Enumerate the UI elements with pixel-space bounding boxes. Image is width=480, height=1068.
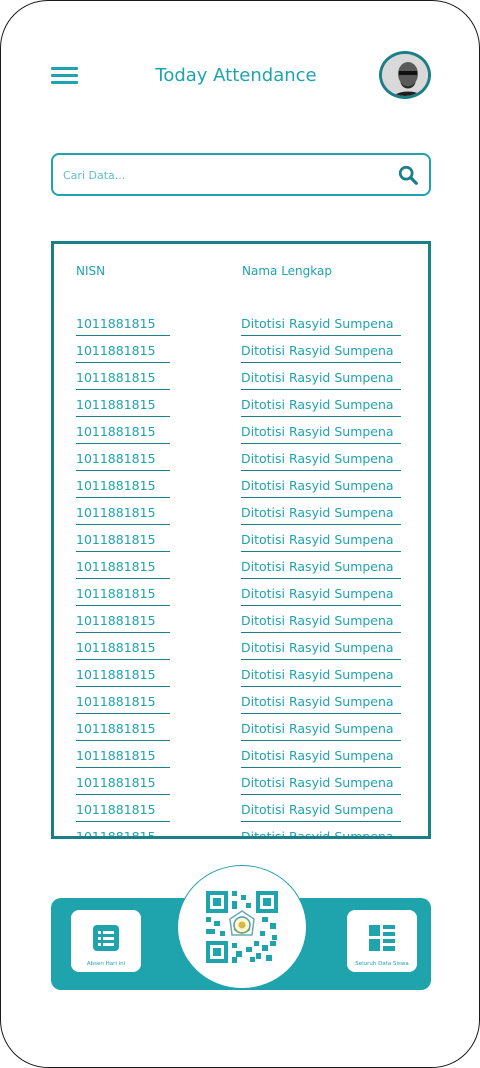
nisn-cell[interactable]: 1011881815 bbox=[76, 667, 170, 687]
table-row[interactable]: 1011881815 Ditotisi Rasyid Sumpena bbox=[54, 719, 428, 746]
table-row[interactable]: 1011881815 Ditotisi Rasyid Sumpena bbox=[54, 773, 428, 800]
nisn-cell[interactable]: 1011881815 bbox=[76, 532, 170, 552]
nisn-cell[interactable]: 1011881815 bbox=[76, 316, 170, 336]
name-cell[interactable]: Ditotisi Rasyid Sumpena bbox=[241, 505, 401, 525]
page-title: Today Attendance bbox=[155, 65, 317, 86]
nisn-cell[interactable]: 1011881815 bbox=[76, 613, 170, 633]
nisn-cell[interactable]: 1011881815 bbox=[76, 505, 170, 525]
avatar[interactable] bbox=[379, 51, 431, 99]
nisn-cell[interactable]: 1011881815 bbox=[76, 343, 170, 363]
search-icon[interactable] bbox=[397, 164, 419, 186]
all-students-label: Seluruh Data Siswa bbox=[355, 961, 409, 967]
table-row[interactable]: 1011881815 Ditotisi Rasyid Sumpena bbox=[54, 746, 428, 773]
name-cell[interactable]: Ditotisi Rasyid Sumpena bbox=[241, 613, 401, 633]
table-row[interactable]: 1011881815 Ditotisi Rasyid Sumpena bbox=[54, 395, 428, 422]
name-cell[interactable]: Ditotisi Rasyid Sumpena bbox=[241, 559, 401, 579]
table-row[interactable]: 1011881815 Ditotisi Rasyid Sumpena bbox=[54, 341, 428, 368]
name-cell[interactable]: Ditotisi Rasyid Sumpena bbox=[241, 397, 401, 417]
hamburger-menu-icon[interactable] bbox=[51, 65, 79, 87]
name-cell[interactable]: Ditotisi Rasyid Sumpena bbox=[241, 424, 401, 444]
name-cell[interactable]: Ditotisi Rasyid Sumpena bbox=[241, 451, 401, 471]
nisn-cell[interactable]: 1011881815 bbox=[76, 802, 170, 822]
search-input[interactable] bbox=[63, 163, 383, 187]
name-cell[interactable]: Ditotisi Rasyid Sumpena bbox=[241, 775, 401, 795]
grid-list-icon bbox=[369, 925, 395, 951]
nisn-cell[interactable]: 1011881815 bbox=[76, 721, 170, 741]
name-cell[interactable]: Ditotisi Rasyid Sumpena bbox=[241, 343, 401, 363]
table-row[interactable]: 1011881815 Ditotisi Rasyid Sumpena bbox=[54, 530, 428, 557]
table-row[interactable]: 1011881815 Ditotisi Rasyid Sumpena bbox=[54, 422, 428, 449]
table-row[interactable]: 1011881815 Ditotisi Rasyid Sumpena bbox=[54, 692, 428, 719]
all-students-button[interactable]: Seluruh Data Siswa bbox=[347, 910, 417, 972]
nisn-cell[interactable]: 1011881815 bbox=[76, 586, 170, 606]
search-bar bbox=[51, 153, 431, 196]
table-row[interactable]: 1011881815 Ditotisi Rasyid Sumpena bbox=[54, 314, 428, 341]
name-cell[interactable]: Ditotisi Rasyid Sumpena bbox=[241, 478, 401, 498]
column-header-nisn: NISN bbox=[76, 264, 106, 278]
attendance-today-label: Absen Hari ini bbox=[86, 961, 126, 967]
nisn-cell[interactable]: 1011881815 bbox=[76, 694, 170, 714]
table-row[interactable]: 1011881815 Ditotisi Rasyid Sumpena bbox=[54, 557, 428, 584]
name-cell[interactable]: Ditotisi Rasyid Sumpena bbox=[241, 829, 401, 836]
phone-frame: Today Attendance NISN Nama Lengkap 10118… bbox=[0, 0, 480, 1068]
table-body: 1011881815 Ditotisi Rasyid Sumpena 1011881… bbox=[54, 314, 428, 836]
nisn-cell[interactable]: 1011881815 bbox=[76, 775, 170, 795]
attendance-table: NISN Nama Lengkap 1011881815 Ditotisi Ras… bbox=[51, 241, 431, 839]
name-cell[interactable]: Ditotisi Rasyid Sumpena bbox=[241, 586, 401, 606]
table-row[interactable]: 1011881815 Ditotisi Rasyid Sumpena bbox=[54, 449, 428, 476]
nisn-cell[interactable]: 1011881815 bbox=[76, 424, 170, 444]
column-header-name: Nama Lengkap bbox=[242, 264, 332, 278]
name-cell[interactable]: Ditotisi Rasyid Sumpena bbox=[241, 694, 401, 714]
name-cell[interactable]: Ditotisi Rasyid Sumpena bbox=[241, 640, 401, 660]
table-row[interactable]: 1011881815 Ditotisi Rasyid Sumpena bbox=[54, 476, 428, 503]
table-row[interactable]: 1011881815 Ditotisi Rasyid Sumpena bbox=[54, 638, 428, 665]
table-row[interactable]: 1011881815 Ditotisi Rasyid Sumpena bbox=[54, 827, 428, 836]
qr-scan-button[interactable] bbox=[177, 865, 307, 989]
table-row[interactable]: 1011881815 Ditotisi Rasyid Sumpena bbox=[54, 503, 428, 530]
table-row[interactable]: 1011881815 Ditotisi Rasyid Sumpena bbox=[54, 800, 428, 827]
name-cell[interactable]: Ditotisi Rasyid Sumpena bbox=[241, 748, 401, 768]
table-header: NISN Nama Lengkap bbox=[54, 264, 428, 284]
nisn-cell[interactable]: 1011881815 bbox=[76, 829, 170, 836]
name-cell[interactable]: Ditotisi Rasyid Sumpena bbox=[241, 667, 401, 687]
list-icon bbox=[93, 925, 119, 951]
nisn-cell[interactable]: 1011881815 bbox=[76, 397, 170, 417]
name-cell[interactable]: Ditotisi Rasyid Sumpena bbox=[241, 532, 401, 552]
nisn-cell[interactable]: 1011881815 bbox=[76, 451, 170, 471]
nisn-cell[interactable]: 1011881815 bbox=[76, 640, 170, 660]
nisn-cell[interactable]: 1011881815 bbox=[76, 370, 170, 390]
nisn-cell[interactable]: 1011881815 bbox=[76, 559, 170, 579]
table-row[interactable]: 1011881815 Ditotisi Rasyid Sumpena bbox=[54, 611, 428, 638]
table-row[interactable]: 1011881815 Ditotisi Rasyid Sumpena bbox=[54, 665, 428, 692]
qr-code-icon bbox=[206, 891, 278, 963]
table-row[interactable]: 1011881815 Ditotisi Rasyid Sumpena bbox=[54, 584, 428, 611]
name-cell[interactable]: Ditotisi Rasyid Sumpena bbox=[241, 316, 401, 336]
nisn-cell[interactable]: 1011881815 bbox=[76, 478, 170, 498]
name-cell[interactable]: Ditotisi Rasyid Sumpena bbox=[241, 802, 401, 822]
table-row[interactable]: 1011881815 Ditotisi Rasyid Sumpena bbox=[54, 368, 428, 395]
name-cell[interactable]: Ditotisi Rasyid Sumpena bbox=[241, 370, 401, 390]
name-cell[interactable]: Ditotisi Rasyid Sumpena bbox=[241, 721, 401, 741]
nisn-cell[interactable]: 1011881815 bbox=[76, 748, 170, 768]
attendance-today-button[interactable]: Absen Hari ini bbox=[71, 910, 141, 972]
